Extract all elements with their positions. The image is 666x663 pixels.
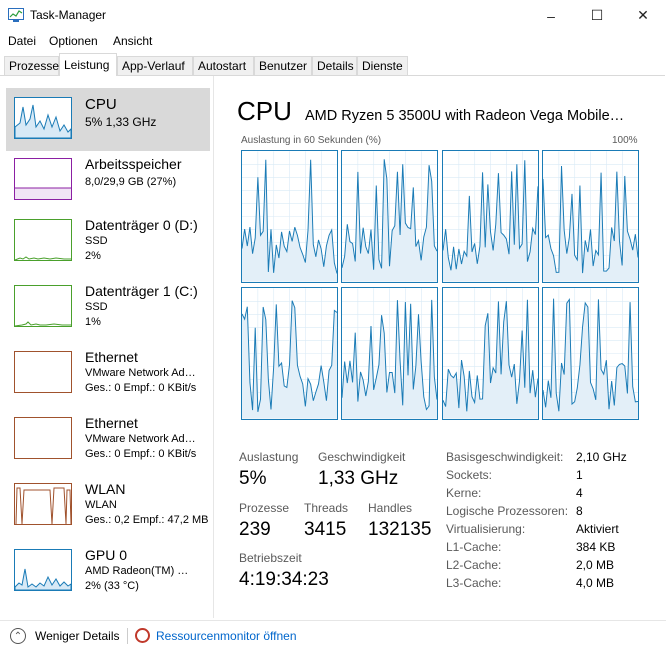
detail-value: 4 <box>576 486 583 500</box>
handles-value: 132135 <box>368 519 432 540</box>
gpu-name: AMD Radeon(TM) … <box>85 565 189 577</box>
usage-label: Auslastung <box>239 450 299 464</box>
detail-key: L3-Cache: <box>446 576 502 590</box>
device-item-ethernet-1[interactable]: Ethernet VMware Network Ad… Ges.: 0 Empf… <box>6 344 210 407</box>
detail-value: 384 KB <box>576 540 616 554</box>
device-item-memory[interactable]: Arbeitsspeicher 8,0/29,9 GB (27%) <box>6 151 210 214</box>
throughput: Ges.: 0 Empf.: 0 KBit/s <box>85 448 197 460</box>
processes-value: 239 <box>239 519 271 540</box>
ethernet-1-thumbnail <box>14 351 72 393</box>
detail-key: Logische Prozessoren: <box>446 504 569 518</box>
ethernet-2-thumbnail <box>14 417 72 459</box>
device-title: Datenträger 1 (C:) <box>85 283 198 299</box>
device-subtitle: 8,0/29,9 GB (27%) <box>85 176 177 188</box>
throughput: Ges.: 0 Empf.: 0 KBit/s <box>85 382 197 394</box>
graph-max-label: 100% <box>612 135 638 146</box>
tab-details[interactable]: Details <box>312 56 357 75</box>
disk-1-thumbnail <box>14 285 72 327</box>
speed-value: 1,33 GHz <box>318 468 399 489</box>
menu-ansicht[interactable]: Ansicht <box>113 34 152 48</box>
footer-separator <box>127 628 128 644</box>
maximize-button[interactable]: ☐ <box>574 0 620 31</box>
detail-value: 1 <box>576 468 583 482</box>
tab-benutzer[interactable]: Benutzer <box>254 56 312 75</box>
threads-label: Threads <box>304 501 349 515</box>
detail-value: 2,0 MB <box>576 558 615 572</box>
graph-caption: Auslastung in 60 Sekunden (%) <box>241 135 382 146</box>
detail-key: Virtualisierung: <box>446 522 526 536</box>
tab-dienste[interactable]: Dienste <box>357 56 408 75</box>
detail-value: Aktiviert <box>576 522 619 536</box>
device-item-disk-1[interactable]: Datenträger 1 (C:) SSD 1% <box>6 278 210 341</box>
threads-value: 3415 <box>304 519 347 540</box>
menu-datei[interactable]: Datei <box>8 34 36 48</box>
minimize-button[interactable]: – <box>528 0 574 31</box>
adapter-name: VMware Network Ad… <box>85 367 196 379</box>
logical-processor-graph-8 <box>542 287 639 420</box>
device-title: WLAN <box>85 481 126 497</box>
window-title: Task-Manager <box>30 8 107 22</box>
gpu-usage: 2% (33 °C) <box>85 580 139 592</box>
cpu-model: AMD Ryzen 5 3500U with Radeon Vega Mobil… <box>305 108 625 124</box>
logical-processor-graph-1 <box>241 150 338 283</box>
adapter-name: WLAN <box>85 499 117 511</box>
device-title: Arbeitsspeicher <box>85 156 182 172</box>
tab-autostart[interactable]: Autostart <box>193 56 254 75</box>
task-manager-icon <box>8 8 24 22</box>
page-title: CPU <box>237 96 292 126</box>
logical-processor-graph-4 <box>542 150 639 283</box>
close-button[interactable]: ✕ <box>620 0 666 31</box>
logical-processor-graph-6 <box>341 287 438 420</box>
device-title: Datenträger 0 (D:) <box>85 217 198 233</box>
logical-processor-graph-3 <box>442 150 539 283</box>
handles-label: Handles <box>368 501 413 515</box>
chevron-up-icon[interactable]: ⌃ <box>10 628 26 644</box>
device-item-gpu[interactable]: GPU 0 AMD Radeon(TM) … 2% (33 °C) <box>6 542 210 605</box>
device-item-ethernet-2[interactable]: Ethernet VMware Network Ad… Ges.: 0 Empf… <box>6 410 210 473</box>
disk-0-thumbnail <box>14 219 72 261</box>
processes-label: Prozesse <box>239 501 290 515</box>
device-title: GPU 0 <box>85 547 128 563</box>
uptime-value: 4:19:34:23 <box>239 569 329 590</box>
device-usage: 1% <box>85 316 101 328</box>
device-subtitle: 5% 1,33 GHz <box>85 115 157 129</box>
tab-app-verlauf[interactable]: App-Verlauf <box>117 56 193 75</box>
device-title: Ethernet <box>85 349 138 365</box>
usage-value: 5% <box>239 468 267 489</box>
device-item-wlan[interactable]: WLAN WLAN Ges.: 0,2 Empf.: 47,2 MB <box>6 476 210 539</box>
device-type: SSD <box>85 301 108 313</box>
memory-thumbnail <box>14 158 72 200</box>
cpu-thumbnail <box>14 97 72 139</box>
resource-monitor-icon[interactable] <box>135 628 150 643</box>
logical-processor-graph-5 <box>241 287 338 420</box>
detail-value: 4,0 MB <box>576 576 615 590</box>
device-item-disk-0[interactable]: Datenträger 0 (D:) SSD 2% <box>6 212 210 275</box>
device-title: CPU <box>85 96 117 113</box>
wlan-thumbnail <box>14 483 72 525</box>
detail-key: L1-Cache: <box>446 540 502 554</box>
fewer-details-button[interactable]: Weniger Details <box>35 629 119 643</box>
tab-prozesse[interactable]: Prozesse <box>4 56 59 75</box>
detail-key: L2-Cache: <box>446 558 502 572</box>
logical-processor-graph-2 <box>341 150 438 283</box>
speed-label: Geschwindigkeit <box>318 450 406 464</box>
detail-key: Kerne: <box>446 486 482 500</box>
device-title: Ethernet <box>85 415 138 431</box>
menu-optionen[interactable]: Optionen <box>49 34 98 48</box>
detail-value: 2,10 GHz <box>576 450 627 464</box>
detail-key: Basisgeschwindigkeit: <box>446 450 564 464</box>
device-item-cpu[interactable]: CPU 5% 1,33 GHz <box>6 88 210 151</box>
device-usage: 2% <box>85 250 101 262</box>
resource-monitor-link[interactable]: Ressourcenmonitor öffnen <box>156 629 297 643</box>
adapter-name: VMware Network Ad… <box>85 433 196 445</box>
detail-value: 8 <box>576 504 583 518</box>
throughput: Ges.: 0,2 Empf.: 47,2 MB <box>85 514 209 526</box>
gpu-thumbnail <box>14 549 72 591</box>
tab-leistung[interactable]: Leistung <box>59 53 117 76</box>
detail-key: Sockets: <box>446 468 493 482</box>
uptime-label: Betriebszeit <box>239 551 302 565</box>
logical-processor-graph-7 <box>442 287 539 420</box>
device-type: SSD <box>85 235 108 247</box>
